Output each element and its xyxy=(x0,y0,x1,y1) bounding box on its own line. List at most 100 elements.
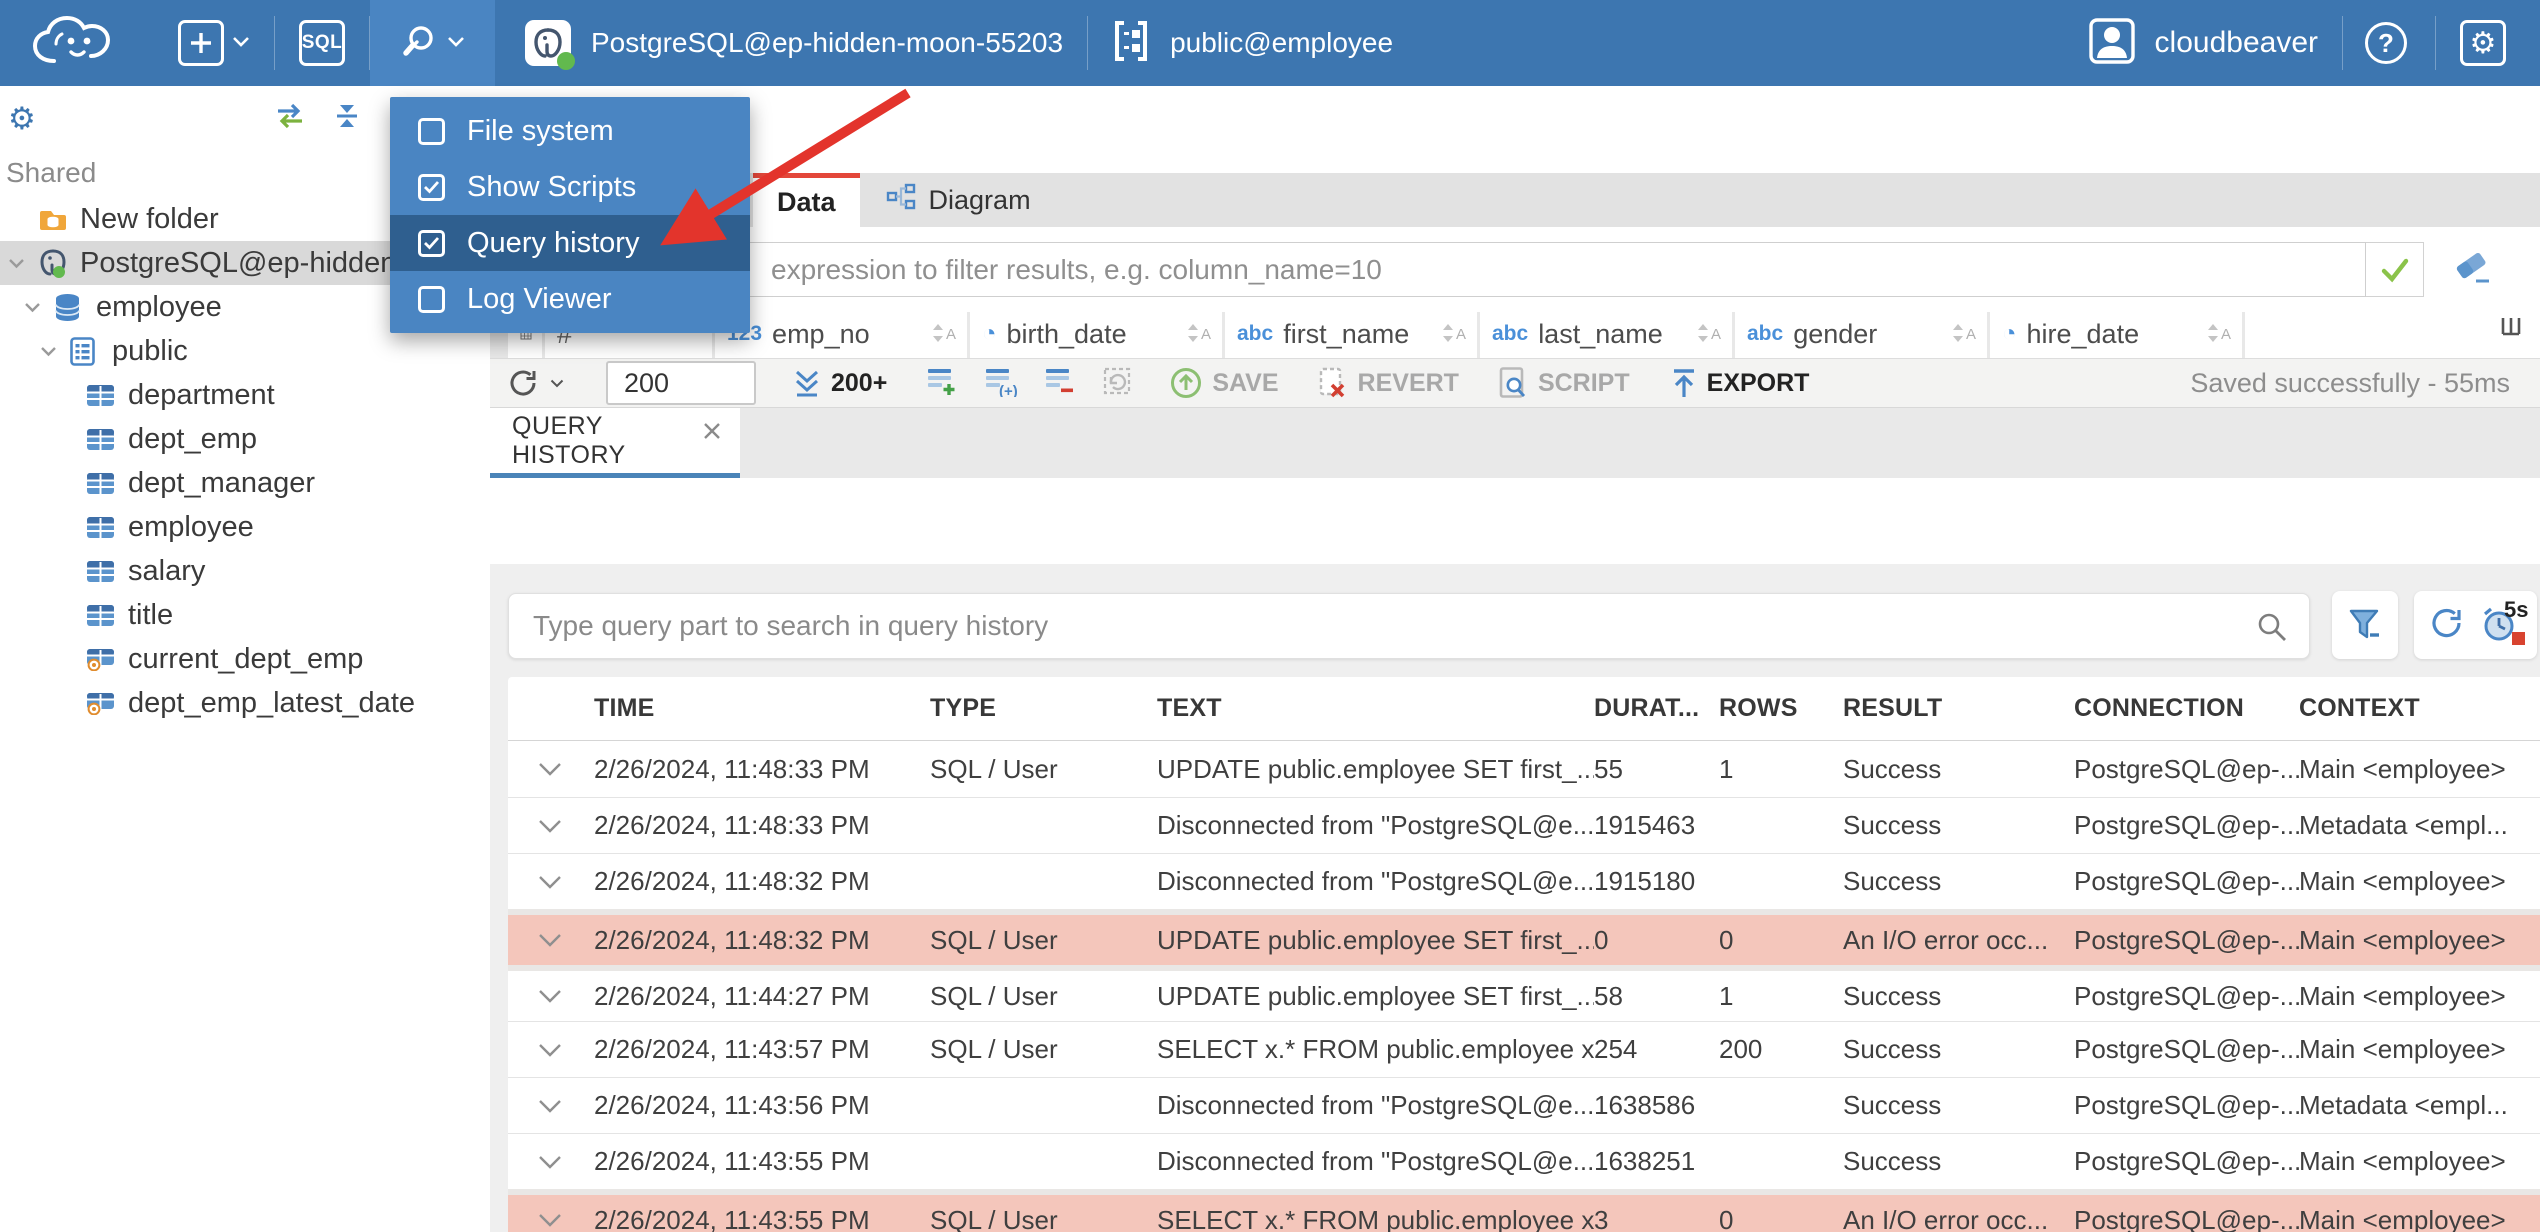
history-row[interactable]: 2/26/2024, 11:48:33 PM Disconnected from… xyxy=(508,797,2540,853)
refresh-button[interactable] xyxy=(505,365,564,401)
tree-item[interactable]: dept_manager xyxy=(0,461,490,505)
history-row[interactable]: 2/26/2024, 11:43:55 PM Disconnected from… xyxy=(508,1133,2540,1189)
cell-result: An I/O error occ... xyxy=(1843,924,2049,955)
save-button[interactable]: SAVE xyxy=(1169,366,1279,400)
row-limit-input[interactable] xyxy=(606,361,756,405)
collapse-all-icon[interactable] xyxy=(332,102,362,135)
menu-item[interactable]: File system xyxy=(390,103,750,159)
script-button[interactable]: SCRIPT xyxy=(1497,366,1630,400)
tree-item[interactable]: department xyxy=(0,373,490,417)
tools-menu-button[interactable] xyxy=(370,0,495,86)
col-context[interactable]: CONTEXT xyxy=(2299,694,2540,723)
expand-chevron-icon[interactable] xyxy=(508,1213,594,1227)
sync-connection-icon[interactable] xyxy=(274,102,306,135)
tree-item[interactable]: public xyxy=(0,329,490,373)
grid-column-header[interactable]: hire_date A xyxy=(1990,312,2242,358)
sort-icon[interactable]: A xyxy=(1186,319,1212,350)
checkbox[interactable] xyxy=(418,229,445,257)
tree-item[interactable]: title xyxy=(0,593,490,637)
expand-chevron-icon[interactable] xyxy=(508,1043,594,1057)
history-row[interactable]: 2/26/2024, 11:44:27 PM SQL / User UPDATE… xyxy=(508,965,2540,1021)
col-time[interactable]: TIME xyxy=(594,694,930,723)
delete-row-button[interactable] xyxy=(1043,365,1075,402)
sort-icon[interactable]: A xyxy=(1441,319,1467,350)
apply-filter-button[interactable] xyxy=(2366,242,2424,297)
new-connection-button[interactable] xyxy=(178,20,250,66)
sort-icon[interactable]: A xyxy=(2206,319,2232,350)
cell-result: Success xyxy=(1843,866,1942,896)
tab-data[interactable]: Data xyxy=(753,173,860,227)
add-row-button[interactable] xyxy=(925,365,957,402)
menu-item[interactable]: Query history xyxy=(390,215,750,271)
grid-column-header[interactable]: birth_date A xyxy=(970,312,1222,358)
history-refresh-icon[interactable] xyxy=(2427,603,2467,648)
history-filter-button[interactable] xyxy=(2332,591,2398,659)
tree-item[interactable]: dept_emp xyxy=(0,417,490,461)
expand-chevron-icon[interactable] xyxy=(508,989,594,1003)
revert-selected-button[interactable] xyxy=(1101,365,1133,402)
revert-button[interactable]: REVERT xyxy=(1317,366,1459,400)
history-search-input[interactable] xyxy=(508,593,2310,659)
grid-column-header[interactable]: 123 emp_no A xyxy=(715,312,967,358)
history-row[interactable]: 2/26/2024, 11:48:32 PM Disconnected from… xyxy=(508,853,2540,909)
history-refresh-controls[interactable]: 5s xyxy=(2414,591,2537,659)
settings-button[interactable]: ⚙ xyxy=(2460,20,2506,66)
history-row[interactable]: 2/26/2024, 11:43:55 PM SQL / User SELECT… xyxy=(508,1189,2540,1232)
sort-icon[interactable]: A xyxy=(931,319,957,350)
tab-query-history[interactable]: QUERY HISTORY xyxy=(490,408,740,478)
col-connection[interactable]: CONNECTION xyxy=(2074,694,2299,723)
menu-item[interactable]: Log Viewer xyxy=(390,271,750,327)
chevron-down-icon[interactable] xyxy=(24,302,54,313)
tab-diagram[interactable]: Diagram xyxy=(860,173,1057,227)
schema-name[interactable]: public@employee xyxy=(1170,27,1393,59)
history-row[interactable]: 2/26/2024, 11:43:57 PM SQL / User SELECT… xyxy=(508,1021,2540,1077)
cell-connection: PostgreSQL@ep-... xyxy=(2074,980,2299,1011)
grid-columns: 123 emp_no A birth_date xyxy=(715,312,2242,358)
user-menu[interactable]: cloudbeaver xyxy=(2088,17,2318,69)
expand-chevron-icon[interactable] xyxy=(508,1155,594,1169)
tree-item[interactable]: employee xyxy=(0,505,490,549)
sort-icon[interactable]: A xyxy=(1951,319,1977,350)
col-text[interactable]: TEXT xyxy=(1157,694,1594,723)
connection-name[interactable]: PostgreSQL@ep-hidden-moon-55203 xyxy=(591,27,1063,59)
col-duration[interactable]: DURAT... xyxy=(1594,694,1719,723)
grid-columns-config-icon[interactable] xyxy=(2500,316,2524,343)
history-row[interactable]: 2/26/2024, 11:48:33 PM SQL / User UPDATE… xyxy=(508,741,2540,797)
auto-refresh-timer-icon[interactable]: 5s xyxy=(2481,597,2529,647)
sql-editor-button[interactable]: SQL xyxy=(299,20,345,66)
history-row[interactable]: 2/26/2024, 11:43:56 PM Disconnected from… xyxy=(508,1077,2540,1133)
expand-chevron-icon[interactable] xyxy=(508,933,594,947)
expand-chevron-icon[interactable] xyxy=(508,762,594,776)
expand-chevron-icon[interactable] xyxy=(508,875,594,889)
chevron-down-icon[interactable] xyxy=(8,258,38,269)
clear-filter-icon[interactable] xyxy=(2452,249,2494,292)
tree-item-icon xyxy=(86,472,120,495)
chevron-down-icon[interactable] xyxy=(40,346,70,357)
menu-item[interactable]: Show Scripts xyxy=(390,159,750,215)
export-button[interactable]: EXPORT xyxy=(1670,367,1809,399)
col-type[interactable]: TYPE xyxy=(930,694,1157,723)
navigator-settings-icon[interactable]: ⚙ xyxy=(8,103,36,134)
expand-chevron-icon[interactable] xyxy=(508,1099,594,1113)
grid-column-header[interactable]: abc gender A xyxy=(1735,312,1987,358)
sort-icon[interactable]: A xyxy=(1696,319,1722,350)
expand-chevron-icon[interactable] xyxy=(508,819,594,833)
col-result[interactable]: RESULT xyxy=(1843,694,2074,723)
fetch-more-button[interactable]: 200+ xyxy=(792,368,887,398)
export-icon xyxy=(1673,369,1694,397)
grid-column-header[interactable]: abc last_name A xyxy=(1480,312,1732,358)
checkbox[interactable] xyxy=(418,117,445,145)
duplicate-row-button[interactable]: (+) xyxy=(983,365,1018,402)
cell-result: Success xyxy=(1843,753,1942,784)
tree-item[interactable]: current_dept_emp xyxy=(0,637,490,681)
checkbox[interactable] xyxy=(418,173,445,201)
col-rows[interactable]: ROWS xyxy=(1719,694,1843,723)
tree-item[interactable]: salary xyxy=(0,549,490,593)
close-icon[interactable] xyxy=(702,421,722,446)
filter-expression-input[interactable] xyxy=(518,242,2366,297)
grid-column-header[interactable]: abc first_name A xyxy=(1225,312,1477,358)
checkbox[interactable] xyxy=(418,285,445,313)
tree-item[interactable]: dept_emp_latest_date xyxy=(0,681,490,725)
history-row[interactable]: 2/26/2024, 11:48:32 PM SQL / User UPDATE… xyxy=(508,909,2540,965)
help-button[interactable]: ? xyxy=(2365,22,2407,64)
